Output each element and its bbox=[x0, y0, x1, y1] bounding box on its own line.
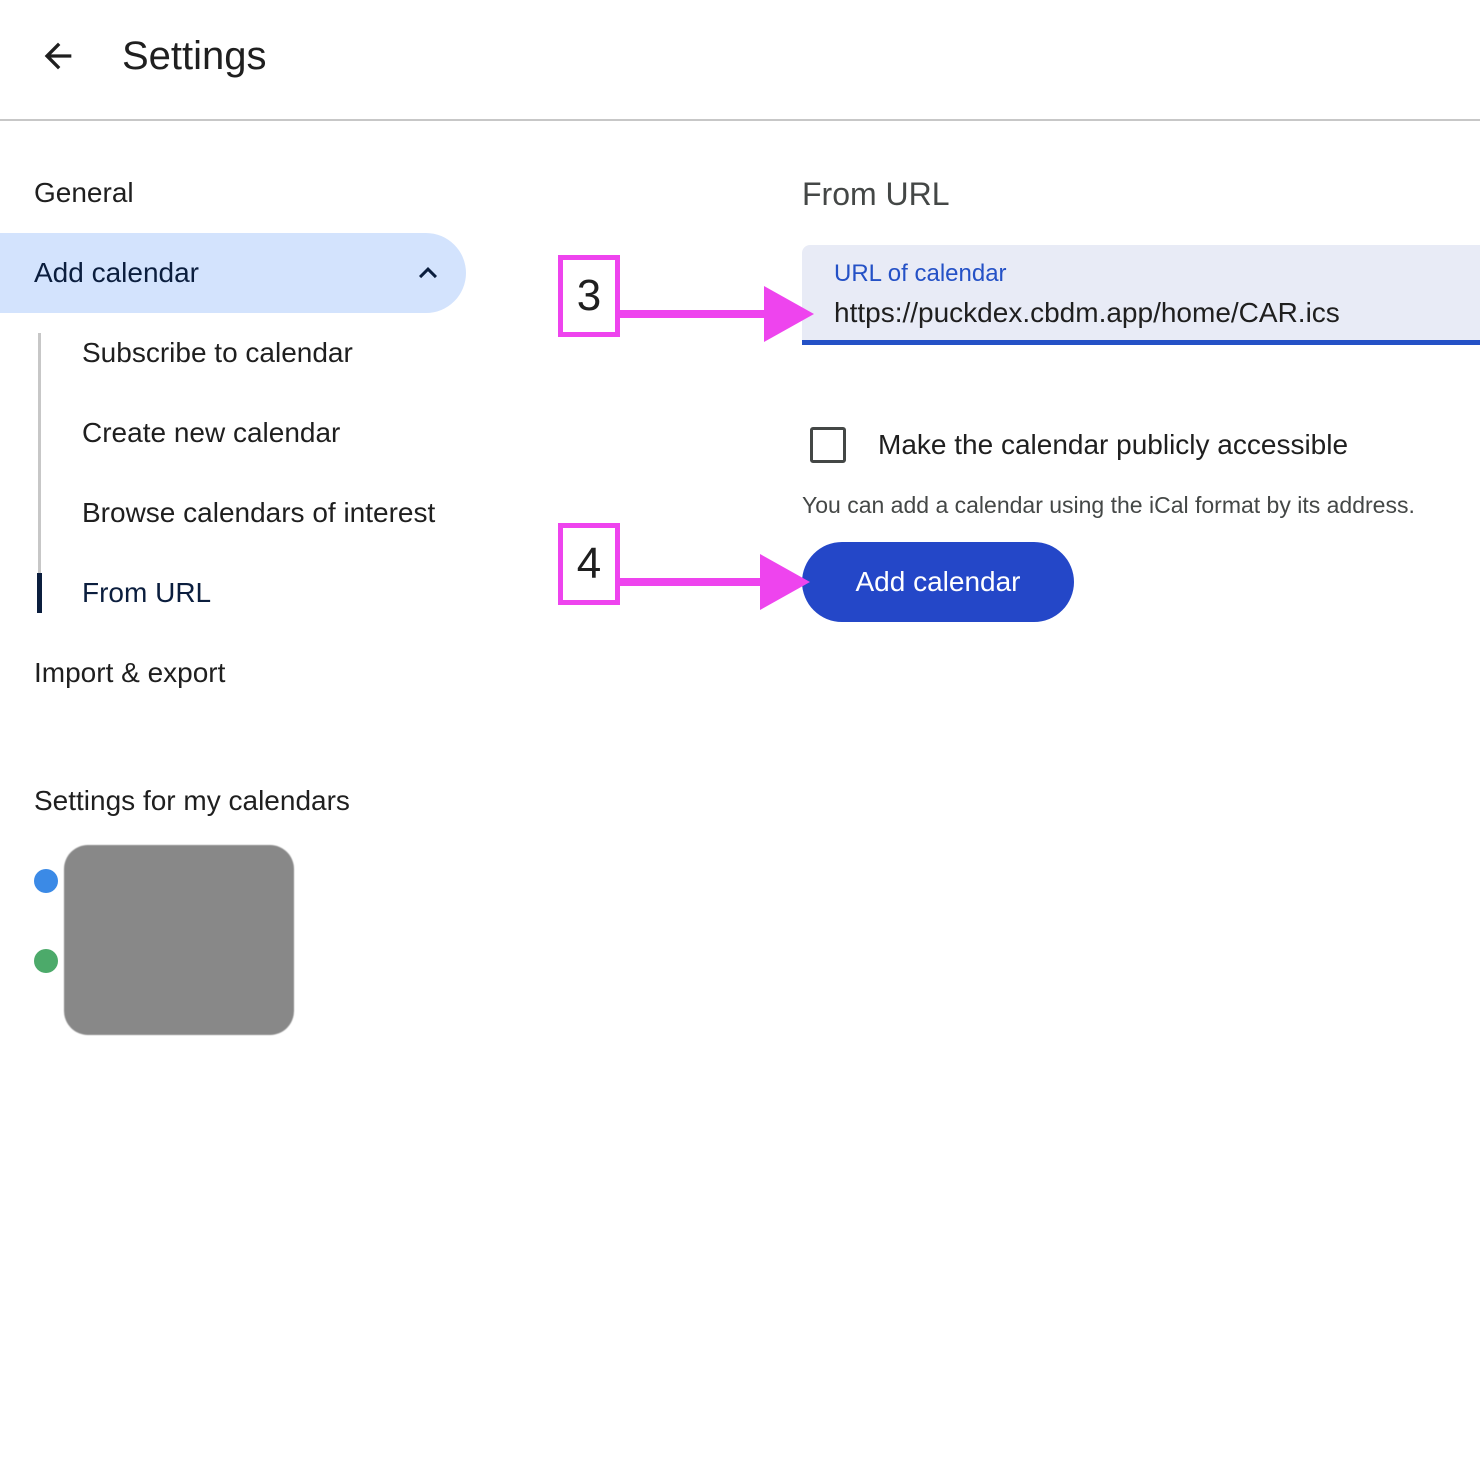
sidebar-item-label: Add calendar bbox=[34, 257, 200, 288]
page-title: Settings bbox=[122, 34, 267, 78]
arrow-left-icon bbox=[44, 42, 72, 70]
url-field-value[interactable]: https://puckdex.cbdm.app/home/CAR.ics bbox=[834, 295, 1340, 331]
section-title: From URL bbox=[802, 176, 950, 212]
help-text: You can add a calendar using the iCal fo… bbox=[802, 492, 1415, 518]
annotation-arrow-icon bbox=[618, 286, 814, 342]
sidebar-subitem-create-new[interactable]: Create new calendar bbox=[82, 413, 340, 453]
public-access-checkbox[interactable] bbox=[810, 427, 846, 463]
sidebar-subitem-browse[interactable]: Browse calendars of interest bbox=[82, 493, 435, 533]
chevron-up-icon bbox=[419, 267, 437, 279]
sidebar-item-general[interactable]: General bbox=[34, 173, 134, 213]
annotation-step-3: 3 bbox=[558, 255, 620, 337]
submenu-rail-indicator bbox=[37, 573, 42, 613]
sidebar-item-import-export[interactable]: Import & export bbox=[34, 653, 225, 693]
calendar-url-input[interactable]: URL of calendar https://puckdex.cbdm.app… bbox=[802, 245, 1480, 345]
annotation-step-4: 4 bbox=[558, 523, 620, 605]
public-access-label[interactable]: Make the calendar publicly accessible bbox=[878, 425, 1348, 465]
add-calendar-button[interactable]: Add calendar bbox=[802, 542, 1074, 622]
calendar-color-dot bbox=[34, 869, 58, 893]
top-bar: Settings bbox=[0, 0, 1480, 121]
sidebar-item-add-calendar[interactable]: Add calendar bbox=[0, 233, 466, 313]
my-calendars-heading: Settings for my calendars bbox=[34, 785, 350, 816]
annotation-arrow-icon bbox=[618, 554, 810, 610]
back-button[interactable] bbox=[26, 28, 90, 84]
url-field-label: URL of calendar bbox=[834, 260, 1007, 287]
sidebar-subitem-subscribe[interactable]: Subscribe to calendar bbox=[82, 333, 353, 373]
redacted-calendar-names bbox=[64, 845, 294, 1035]
submenu-rail bbox=[38, 333, 41, 613]
sidebar-subitem-from-url[interactable]: From URL bbox=[82, 573, 211, 613]
calendar-color-dot bbox=[34, 949, 58, 973]
